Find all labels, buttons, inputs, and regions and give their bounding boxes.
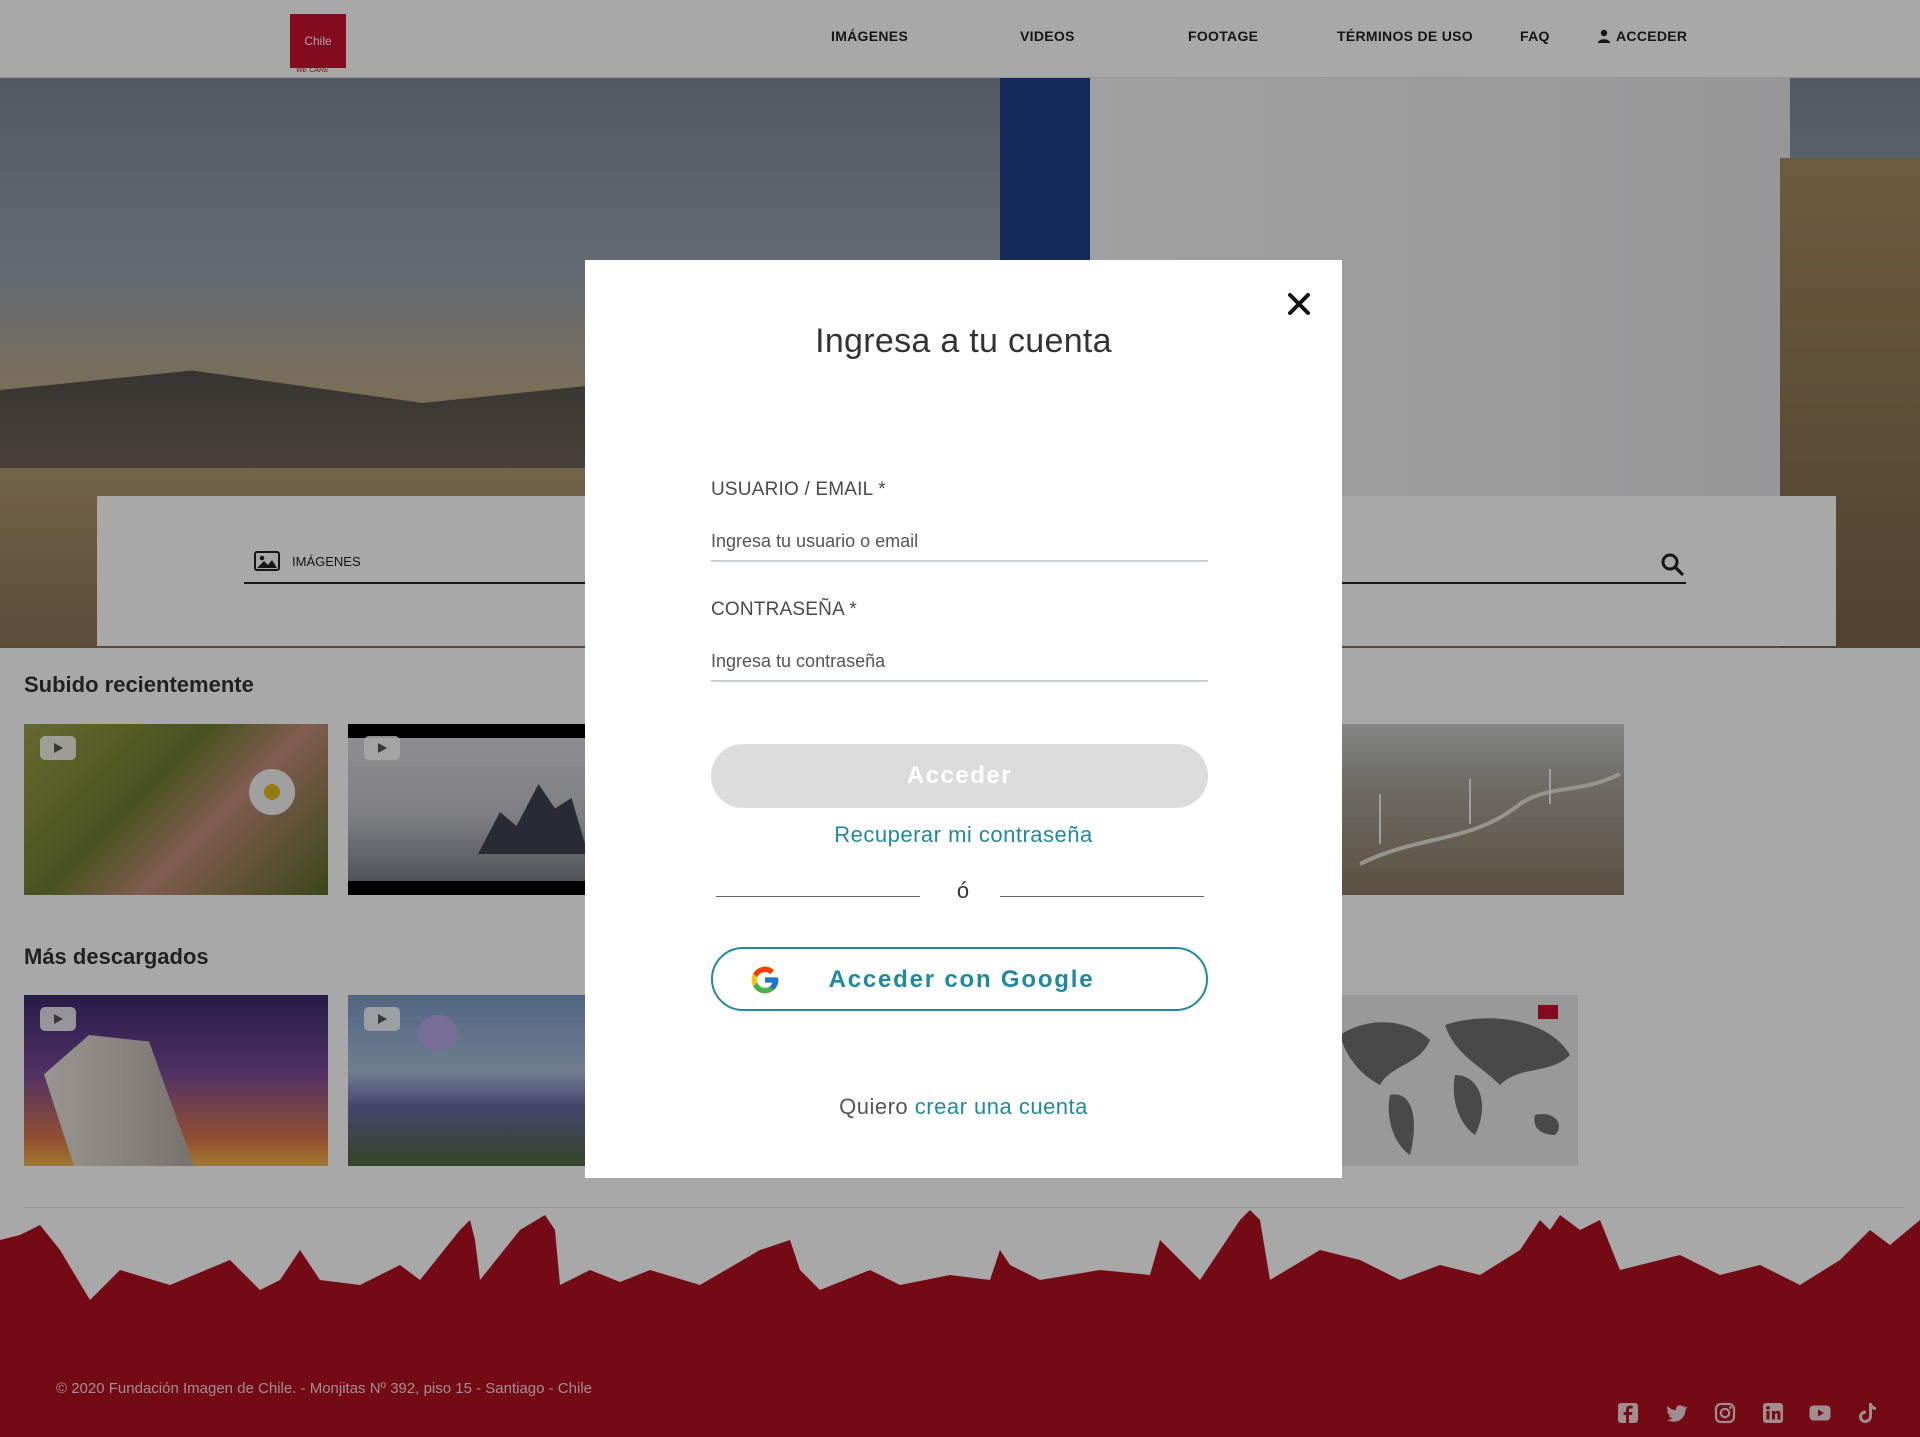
user-email-input[interactable] bbox=[711, 522, 1208, 562]
divider-line-left bbox=[716, 896, 920, 897]
google-login-button[interactable]: Acceder con Google bbox=[711, 947, 1208, 1011]
password-label: CONTRASEÑA * bbox=[711, 599, 857, 620]
google-login-label: Acceder con Google bbox=[828, 966, 1095, 993]
close-icon bbox=[1288, 293, 1310, 315]
password-input[interactable] bbox=[711, 642, 1208, 682]
divider-or-text: ó bbox=[956, 878, 970, 903]
login-submit-button[interactable]: Acceder bbox=[711, 744, 1208, 808]
close-button[interactable] bbox=[1283, 288, 1315, 320]
login-modal: Ingresa a tu cuenta USUARIO / EMAIL * CO… bbox=[585, 260, 1342, 1178]
divider-line-right bbox=[1000, 896, 1204, 897]
create-account-link[interactable]: crear una cuenta bbox=[915, 1094, 1088, 1119]
user-email-label: USUARIO / EMAIL * bbox=[711, 479, 886, 500]
create-account-line: Quiero crear una cuenta bbox=[585, 1094, 1342, 1120]
recover-password-link[interactable]: Recuperar mi contraseña bbox=[585, 822, 1342, 848]
modal-title: Ingresa a tu cuenta bbox=[815, 322, 1112, 360]
create-account-prefix: Quiero bbox=[839, 1094, 909, 1119]
